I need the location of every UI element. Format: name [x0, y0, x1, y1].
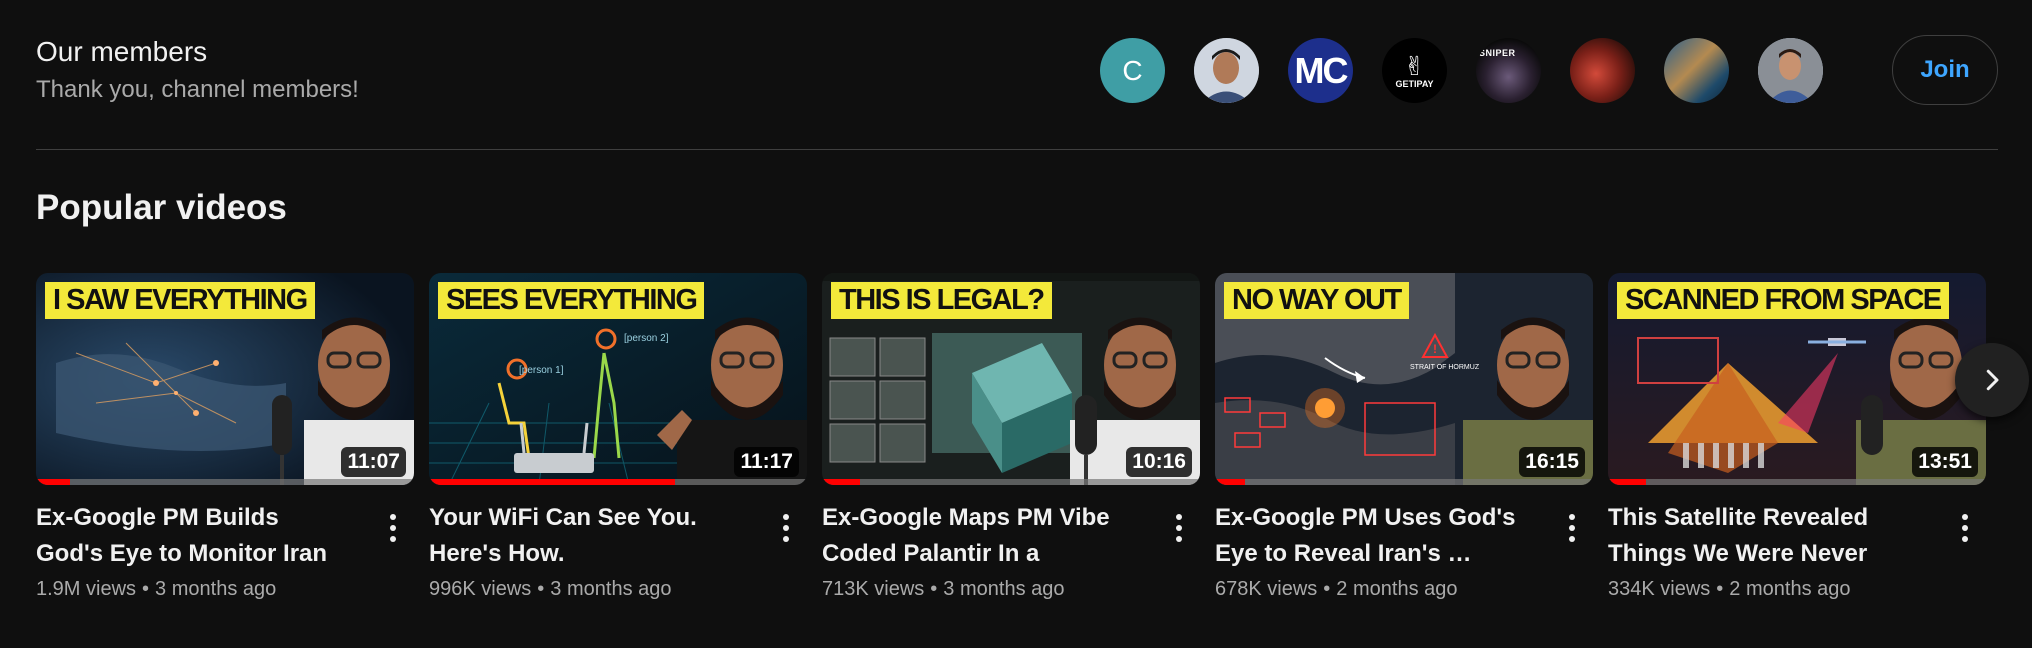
video-duration: 16:15 — [1519, 447, 1585, 477]
more-actions-icon[interactable] — [774, 508, 798, 548]
watch-progress-track — [429, 479, 807, 485]
more-actions-icon[interactable] — [381, 508, 405, 548]
watch-progress-track — [36, 479, 414, 485]
view-count: 1.9M views — [36, 578, 137, 600]
member-avatar-mc[interactable]: MC — [1288, 38, 1353, 103]
view-count: 334K views — [1608, 578, 1711, 600]
meta-separator: • — [142, 578, 150, 600]
video-thumbnail[interactable]: THIS IS LEGAL? 10:16 — [822, 273, 1200, 485]
video-title[interactable]: Ex-Google Maps PM Vibe Coded Palantir In… — [822, 500, 1137, 572]
video-card[interactable]: I SAW EVERYTHING 11:07 Ex-Google PM Buil… — [36, 273, 414, 601]
video-thumbnail[interactable]: [person 1] [person 2] SEES EVERYTHING 11… — [429, 273, 807, 485]
video-meta: 678K views • 2 months ago — [1215, 578, 1593, 601]
member-avatar-photo[interactable] — [1664, 38, 1729, 103]
video-title[interactable]: Ex-Google PM Uses God's Eye to Reveal Ir… — [1215, 500, 1530, 572]
member-avatars: C MC ✌ GETIPAY SNIPER — [1100, 38, 1823, 103]
meta-separator: • — [1716, 578, 1724, 600]
video-card[interactable]: ! STRAIT OF HORMUZ NO WAY OUT 16:15 Ex-G… — [1215, 273, 1593, 601]
watch-progress-track — [1215, 479, 1593, 485]
popular-videos-heading: Popular videos — [36, 188, 287, 227]
video-thumbnail[interactable]: I SAW EVERYTHING 11:07 — [36, 273, 414, 485]
person-photo-icon — [1194, 38, 1259, 103]
person-photo-icon — [1758, 38, 1823, 103]
video-shelf: I SAW EVERYTHING 11:07 Ex-Google PM Buil… — [36, 273, 1986, 601]
more-actions-icon[interactable] — [1167, 508, 1191, 548]
bunny-logo-icon: ✌ — [1403, 50, 1426, 81]
avatar-letters: MC — [1294, 49, 1349, 91]
meta-separator: • — [1323, 578, 1331, 600]
view-count: 996K views — [429, 578, 532, 600]
member-avatar-c[interactable]: C — [1100, 38, 1165, 103]
member-avatar-sniper[interactable]: SNIPER — [1476, 38, 1541, 103]
video-meta: 996K views • 3 months ago — [429, 578, 807, 601]
video-duration: 11:17 — [734, 447, 799, 477]
video-duration: 10:16 — [1126, 447, 1192, 477]
video-title[interactable]: Your WiFi Can See You. Here's How. — [429, 500, 744, 572]
video-duration: 13:51 — [1912, 447, 1978, 477]
watch-progress-track — [1608, 479, 1986, 485]
thumbnail-caption: SEES EVERYTHING — [438, 282, 705, 319]
meta-separator: • — [537, 578, 545, 600]
video-meta: 1.9M views • 3 months ago — [36, 578, 414, 601]
watch-progress-fill — [1608, 479, 1646, 485]
upload-age: 2 months ago — [1729, 578, 1851, 600]
watch-progress-fill — [822, 479, 860, 485]
video-thumbnail[interactable]: SCANNED FROM SPACE 13:51 — [1608, 273, 1986, 485]
watch-progress-fill — [429, 479, 675, 485]
thumbnail-caption: NO WAY OUT — [1224, 282, 1409, 319]
view-count: 713K views — [822, 578, 925, 600]
member-avatar-photo[interactable] — [1570, 38, 1635, 103]
join-button[interactable]: Join — [1892, 35, 1998, 105]
section-divider — [36, 149, 1998, 150]
watch-progress-track — [822, 479, 1200, 485]
video-meta: 334K views • 2 months ago — [1608, 578, 1986, 601]
thumbnail-caption: THIS IS LEGAL? — [831, 282, 1052, 319]
member-avatar-photo[interactable] — [1194, 38, 1259, 103]
view-count: 678K views — [1215, 578, 1318, 600]
upload-age: 3 months ago — [943, 578, 1065, 600]
video-meta: 713K views • 3 months ago — [822, 578, 1200, 601]
video-duration: 11:07 — [341, 447, 406, 477]
upload-age: 3 months ago — [550, 578, 672, 600]
person-label: [person 1] — [519, 365, 564, 376]
watch-progress-fill — [36, 479, 71, 485]
avatar-letter: C — [1122, 54, 1143, 86]
thumbnail-caption: I SAW EVERYTHING — [45, 282, 315, 319]
members-subtitle: Thank you, channel members! — [36, 76, 359, 103]
chevron-right-icon — [1986, 369, 1999, 391]
member-avatar-photo[interactable] — [1758, 38, 1823, 103]
avatar-brand-text: GETIPAY — [1395, 78, 1434, 89]
thumbnail-caption: SCANNED FROM SPACE — [1617, 282, 1949, 319]
members-title: Our members — [36, 36, 208, 67]
members-section: Our members Thank you, channel members! … — [36, 30, 2000, 110]
video-title[interactable]: Ex-Google PM Builds God's Eye to Monitor… — [36, 500, 351, 572]
next-videos-button[interactable] — [1955, 343, 2029, 417]
avatar-brand-text: SNIPER — [1479, 48, 1516, 58]
video-card[interactable]: SCANNED FROM SPACE 13:51 This Satellite … — [1608, 273, 1986, 601]
meta-separator: • — [930, 578, 938, 600]
more-actions-icon[interactable] — [1953, 508, 1977, 548]
member-avatar-getipay[interactable]: ✌ GETIPAY — [1382, 38, 1447, 103]
watch-progress-fill — [1215, 479, 1246, 485]
more-actions-icon[interactable] — [1560, 508, 1584, 548]
video-card[interactable]: [person 1] [person 2] SEES EVERYTHING 11… — [429, 273, 807, 601]
upload-age: 3 months ago — [155, 578, 277, 600]
video-card[interactable]: THIS IS LEGAL? 10:16 Ex-Google Maps PM V… — [822, 273, 1200, 601]
upload-age: 2 months ago — [1336, 578, 1458, 600]
video-title[interactable]: This Satellite Revealed Things We Were N… — [1608, 500, 1923, 572]
video-thumbnail[interactable]: ! STRAIT OF HORMUZ NO WAY OUT 16:15 — [1215, 273, 1593, 485]
